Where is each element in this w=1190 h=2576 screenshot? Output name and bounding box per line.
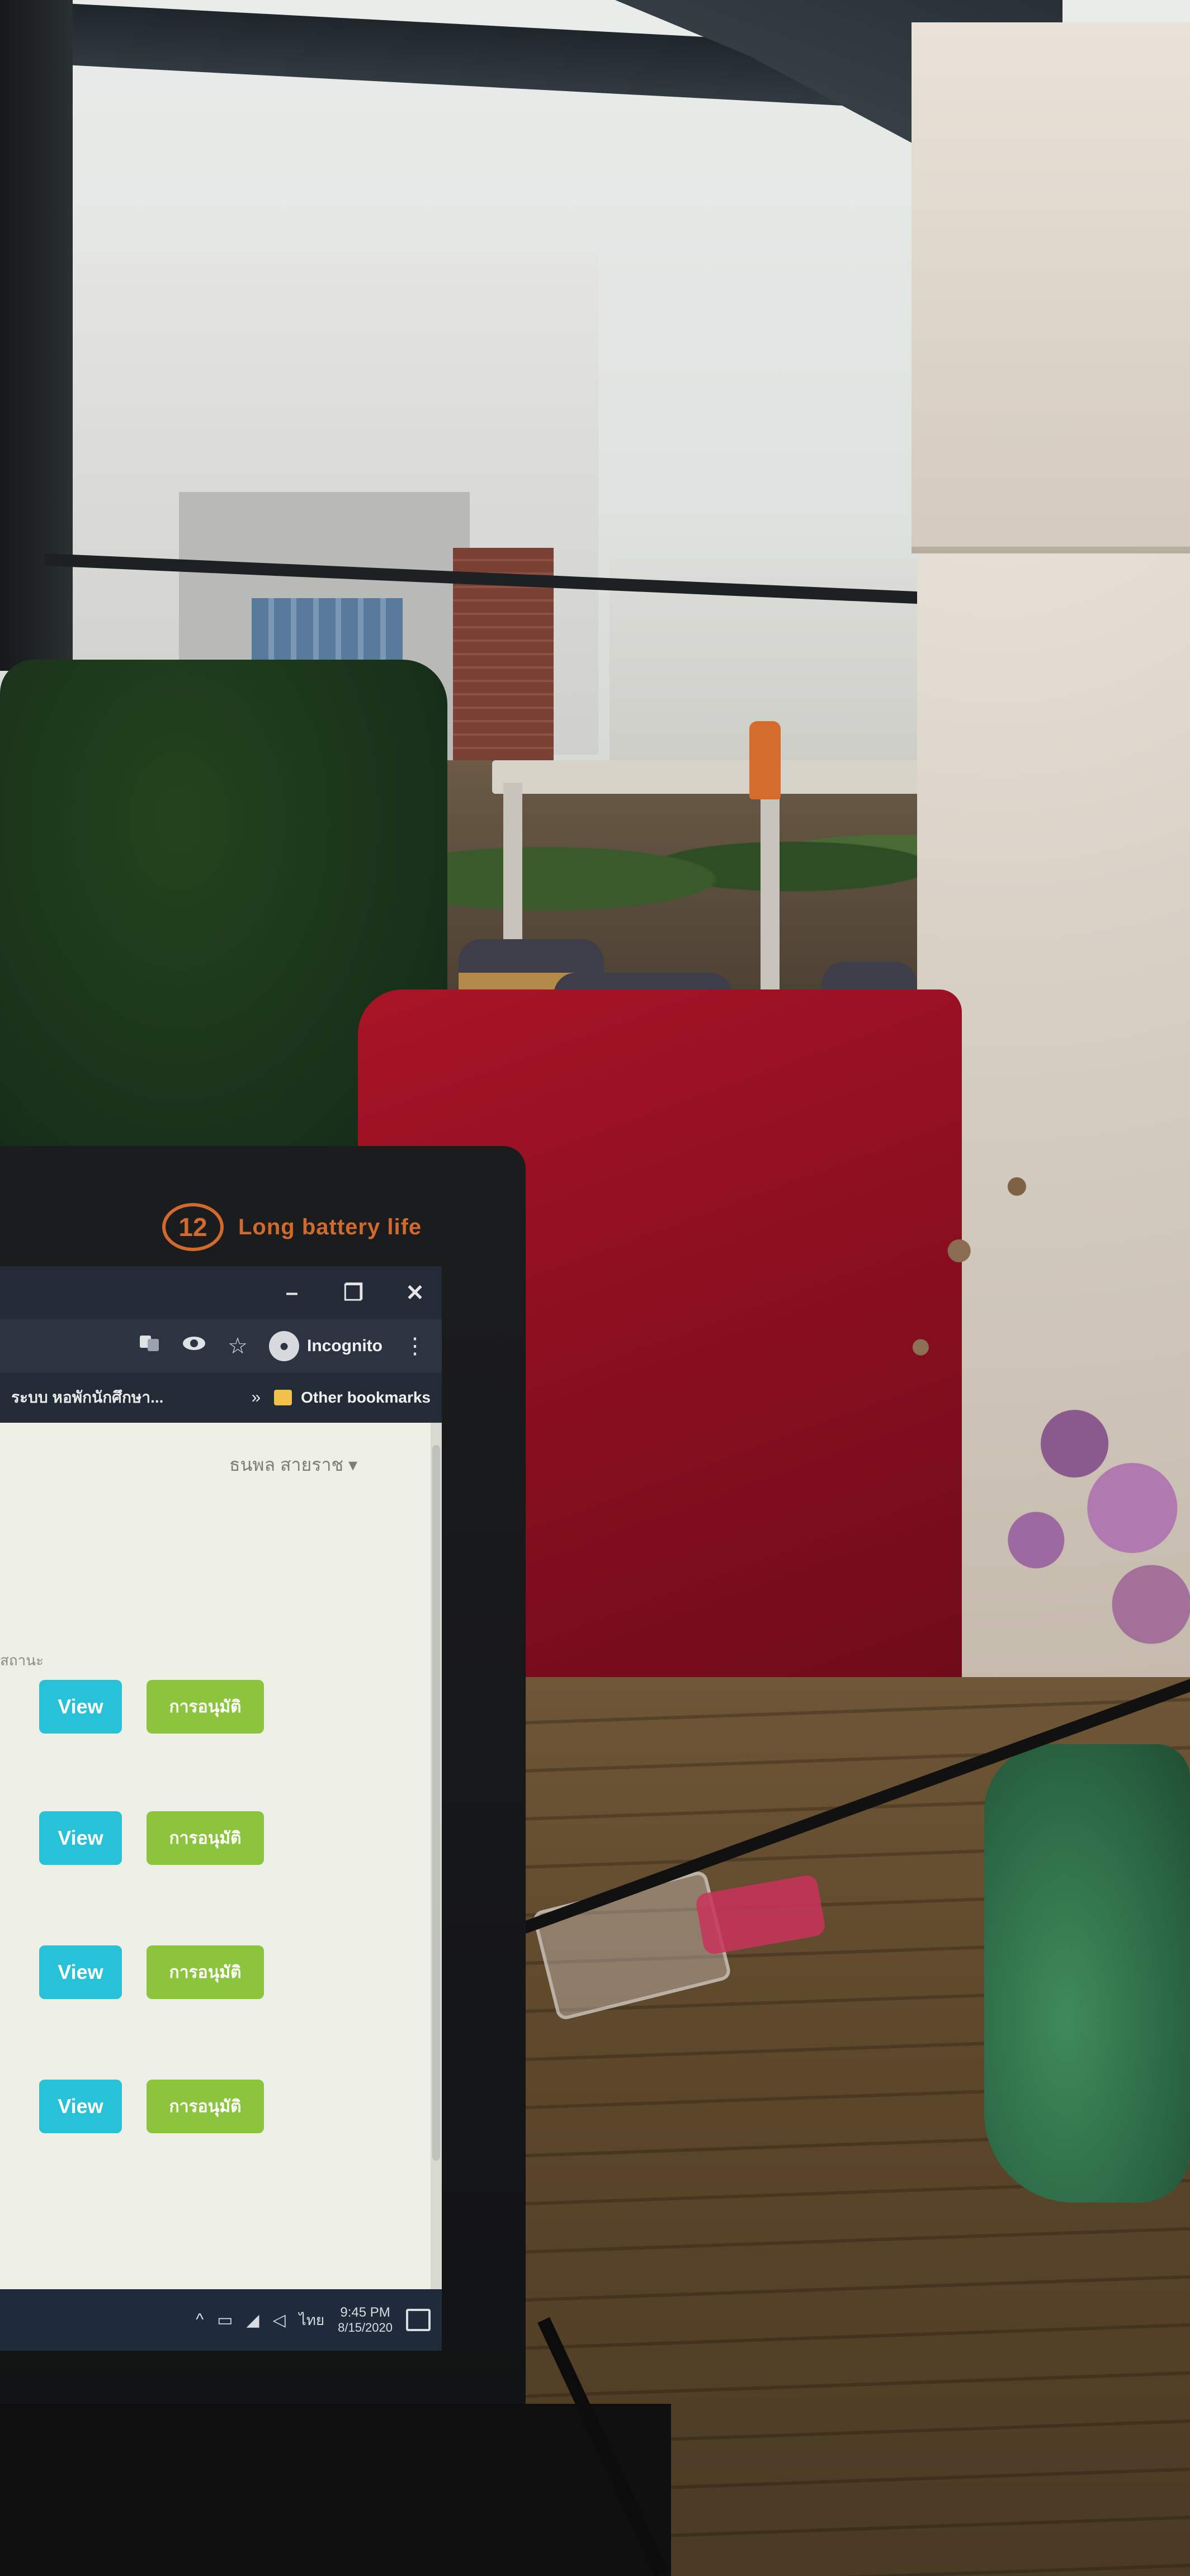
view-button[interactable]: View (39, 1811, 122, 1865)
wifi-icon[interactable]: ◢ (247, 2310, 259, 2330)
network-icon[interactable]: ▭ (217, 2310, 233, 2330)
laptop-branding: 12 Long battery life (162, 1202, 422, 1252)
star-icon[interactable]: ☆ (228, 1333, 248, 1359)
minimize-button[interactable]: – (281, 1280, 303, 1305)
close-button[interactable]: ✕ (404, 1280, 426, 1306)
incognito-icon: ● (269, 1330, 300, 1361)
user-menu[interactable]: ธนพล สายราช ▾ (229, 1451, 357, 1479)
approve-button[interactable]: การอนุมัติ (147, 1811, 264, 1865)
dried-flowers (805, 1090, 1190, 1733)
pillar-cap (912, 22, 1190, 553)
folder-icon (274, 1390, 292, 1405)
volume-icon[interactable]: ◁ (273, 2310, 286, 2330)
browser-toolbar: ☆ ● Incognito ⋮ (0, 1319, 442, 1372)
windows-taskbar: ^ ▭ ◢ ◁ ไทย 9:45 PM 8/15/2020 (0, 2289, 442, 2351)
web-page: ธนพล สายราช ▾ สถานะ View การอนุมัติ View… (0, 1423, 431, 2289)
table-row: View การอนุมัติ (39, 1811, 264, 1865)
approve-button[interactable]: การอนุมัติ (147, 1680, 264, 1734)
browser-titlebar: – ❐ ✕ (0, 1266, 442, 1319)
taskbar-clock[interactable]: 9:45 PM 8/15/2020 (338, 2305, 393, 2335)
input-language[interactable]: ไทย (299, 2309, 324, 2332)
clock-date: 8/15/2020 (338, 2321, 393, 2334)
photo-scene: 12 Long battery life – ❐ ✕ ☆ ● Incognito… (0, 0, 1190, 2576)
restore-button[interactable]: ❐ (342, 1280, 365, 1306)
orange-bottle (749, 721, 781, 799)
view-button[interactable]: View (39, 2080, 122, 2133)
pole (0, 0, 73, 671)
laptop-screen: – ❐ ✕ ☆ ● Incognito ⋮ ระบบ หอพักนักศึกษา… (0, 1266, 442, 2351)
notification-icon[interactable] (406, 2309, 431, 2331)
translate-icon[interactable] (138, 1332, 160, 1360)
approve-button[interactable]: การอนุมัติ (147, 2080, 264, 2133)
menu-icon[interactable]: ⋮ (404, 1333, 426, 1359)
incognito-label: Incognito (307, 1336, 382, 1355)
page-scrollbar[interactable] (431, 1423, 442, 2289)
brand-tagline: Long battery life (238, 1214, 422, 1239)
bench-top (492, 760, 951, 794)
bookmarks-overflow-button[interactable]: » (251, 1388, 261, 1407)
approve-button[interactable]: การอนุมัติ (147, 1945, 264, 1999)
battery-badge-icon: 12 (162, 1203, 224, 1251)
table-row: View การอนุมัติ (39, 1945, 264, 1999)
clock-time: 9:45 PM (340, 2305, 390, 2320)
bookmarks-bar: ระบบ หอพักนักศึกษา... » Other bookmarks (0, 1372, 442, 1423)
view-button[interactable]: View (39, 1945, 122, 1999)
laptop-base (0, 2404, 671, 2576)
scrollbar-thumb[interactable] (432, 1445, 440, 2161)
green-glass-vase (984, 1744, 1190, 2203)
incognito-profile-button[interactable]: ● Incognito (269, 1330, 382, 1361)
table-row: View การอนุมัติ (39, 2080, 264, 2133)
view-button[interactable]: View (39, 1680, 122, 1734)
bookmark-item[interactable]: ระบบ หอพักนักศึกษา... (11, 1385, 163, 1410)
column-label: สถานะ (0, 1652, 44, 1669)
other-bookmarks-button[interactable]: Other bookmarks (301, 1389, 431, 1407)
tray-chevron-icon[interactable]: ^ (196, 2310, 204, 2329)
eye-icon[interactable] (182, 1332, 206, 1360)
table-row: View การอนุมัติ (39, 1680, 264, 1734)
